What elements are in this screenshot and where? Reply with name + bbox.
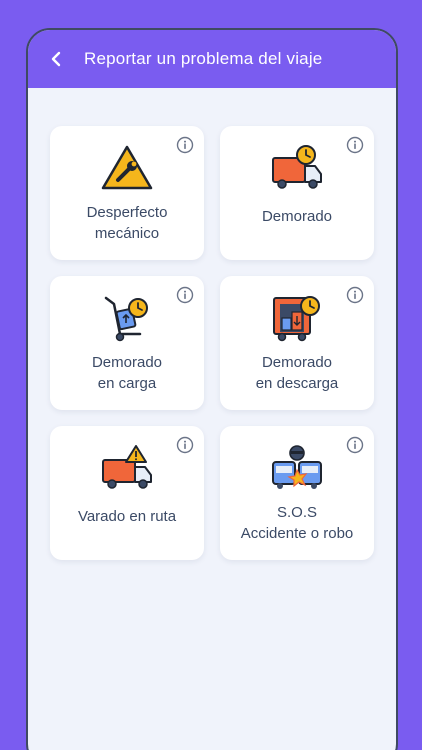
option-card-delayed-loading[interactable]: Demorado en carga [50, 276, 204, 410]
back-button[interactable] [28, 30, 84, 88]
mechanical-failure-icon [101, 145, 153, 190]
option-label: S.O.S Accidente o robo [240, 504, 354, 542]
delayed-unloading-icon [273, 296, 320, 342]
page-title: Reportar un problema del viaje [84, 49, 323, 68]
info-icon[interactable] [346, 286, 364, 304]
option-card-delayed[interactable]: Demorado [220, 126, 374, 260]
app-bar: Reportar un problema del viaje [28, 30, 396, 88]
stranded-truck-icon [102, 445, 152, 489]
chevron-left-icon [51, 51, 61, 67]
option-label: Demorado en descarga [255, 354, 339, 392]
options-grid: Desperfecto mecánico Demorado Demorado e… [50, 126, 374, 560]
phone-frame: Reportar un problema del viaje Desperfec… [26, 28, 398, 750]
info-icon[interactable] [176, 436, 194, 454]
delayed-loading-icon [104, 296, 148, 342]
option-card-sos[interactable]: S.O.S Accidente o robo [220, 426, 374, 560]
info-icon[interactable] [176, 286, 194, 304]
option-card-stranded[interactable]: Varado en ruta [50, 426, 204, 560]
option-label: Demorado [261, 208, 333, 225]
option-card-mechanical[interactable]: Desperfecto mecánico [50, 126, 204, 260]
option-label: Demorado en carga [91, 354, 163, 392]
delayed-truck-icon [272, 145, 322, 189]
info-icon[interactable] [346, 136, 364, 154]
option-label: Desperfecto mecánico [86, 204, 168, 242]
sos-accident-icon [272, 445, 322, 489]
option-label: Varado en ruta [77, 508, 177, 525]
option-card-delayed-unloading[interactable]: Demorado en descarga [220, 276, 374, 410]
info-icon[interactable] [346, 436, 364, 454]
info-icon[interactable] [176, 136, 194, 154]
content-area: Desperfecto mecánico Demorado Demorado e… [28, 88, 396, 560]
